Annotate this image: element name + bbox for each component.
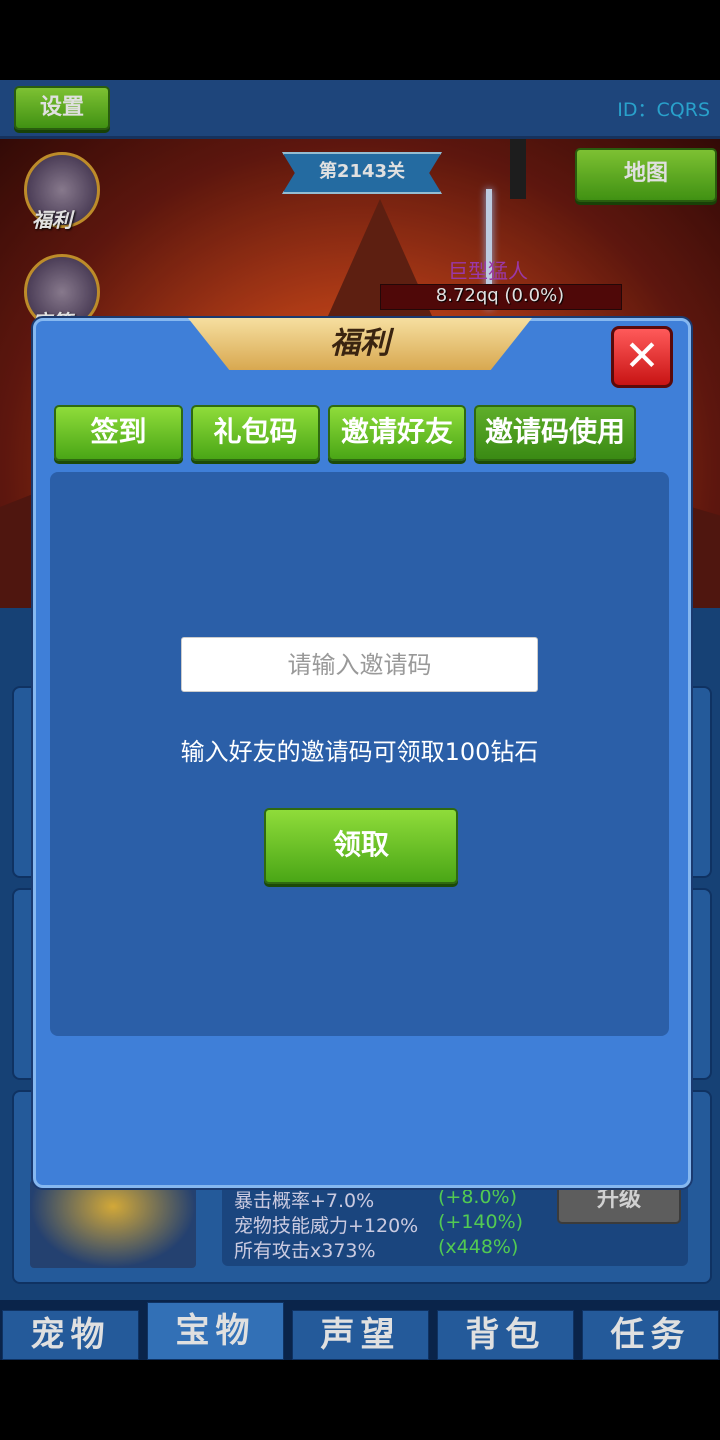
tab-use-invite-code[interactable]: 邀请码使用 xyxy=(474,405,636,461)
tab-gift-code[interactable]: 礼包码 xyxy=(191,405,320,461)
tab-sign-in[interactable]: 签到 xyxy=(54,405,183,461)
tab-invite-friends[interactable]: 邀请好友 xyxy=(328,405,466,461)
invite-hint-text: 输入好友的邀请码可领取100钻石 xyxy=(180,738,539,766)
claim-button[interactable]: 领取 xyxy=(264,808,458,884)
close-icon[interactable]: ✕ xyxy=(611,326,673,388)
invite-code-input[interactable] xyxy=(181,637,538,692)
dialog-title: 福利 xyxy=(330,326,390,361)
